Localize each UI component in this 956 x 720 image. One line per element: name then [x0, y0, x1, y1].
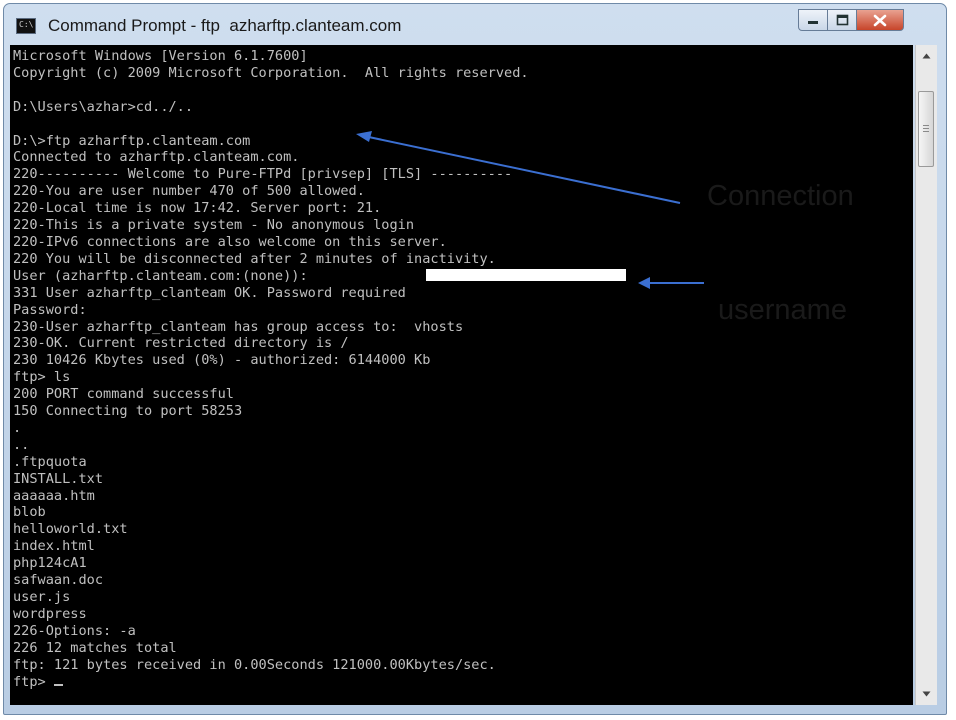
thumb-grip-line: [923, 128, 929, 129]
console-line: 226 12 matches total: [13, 639, 177, 656]
console-output[interactable]: Microsoft Windows [Version 6.1.7600] Cop…: [10, 45, 913, 705]
console-line: D:\Users\azhar>cd../..: [13, 98, 194, 115]
console-line: aaaaaa.htm: [13, 487, 95, 504]
scroll-down-button[interactable]: [917, 685, 936, 703]
scroll-up-button[interactable]: [917, 47, 936, 65]
console-line: .ftpquota: [13, 453, 87, 470]
console-line: ftp: 121 bytes received in 0.00Seconds 1…: [13, 656, 496, 673]
username-annotation: username: [718, 294, 847, 326]
command-prompt-icon[interactable]: C:\: [16, 18, 36, 34]
close-button[interactable]: [856, 9, 904, 31]
console-line: Connected to azharftp.clanteam.com.: [13, 149, 300, 166]
console-line: Copyright (c) 2009 Microsoft Corporation…: [13, 64, 529, 81]
console-line: 331 User azharftp_clanteam OK. Password …: [13, 284, 406, 301]
console-lines: Microsoft Windows [Version 6.1.7600] Cop…: [13, 48, 529, 673]
console-line: Password:: [13, 301, 87, 318]
maximize-icon: [836, 14, 848, 26]
console-prompt: ftp>: [13, 673, 54, 690]
console-line: 220-This is a private system - No anonym…: [13, 217, 415, 234]
text-cursor: [53, 683, 63, 686]
console-line: D:\>ftp azharftp.clanteam.com: [13, 132, 251, 149]
console-line: User (azharftp.clanteam.com:(none)):: [13, 267, 308, 284]
title-bar[interactable]: C:\ Command Prompt - ftp azharftp.clante…: [4, 4, 946, 46]
console-line: 200 PORT command successful: [13, 386, 234, 403]
thumb-grip-line: [923, 125, 929, 126]
console-line: php124cA1: [13, 555, 87, 572]
arrow-down-icon: [922, 691, 931, 697]
console-line: user.js: [13, 589, 71, 605]
redacted-username: [426, 269, 626, 281]
console-line: 220-You are user number 470 of 500 allow…: [13, 183, 365, 200]
arrow-up-icon: [922, 53, 931, 59]
console-line: wordpress: [13, 605, 87, 622]
console-line: INSTALL.txt: [13, 470, 104, 487]
window-title: Command Prompt - ftp azharftp.clanteam.c…: [48, 16, 402, 35]
console-line: helloworld.txt: [13, 521, 128, 538]
minimize-button[interactable]: [798, 9, 828, 31]
console-line: 150 Connecting to port 58253: [13, 403, 243, 420]
console-line: 220-Local time is now 17:42. Server port…: [13, 200, 382, 217]
console-line: 230-OK. Current restricted directory is …: [13, 335, 349, 352]
console-line: blob: [13, 504, 46, 521]
close-icon: [873, 14, 887, 26]
console-line: safwaan.doc: [13, 572, 104, 589]
maximize-button[interactable]: [827, 9, 857, 31]
app-icon-text: C:\: [19, 20, 34, 29]
console-line: index.html: [13, 538, 95, 555]
console-line: ftp> ls: [13, 369, 71, 386]
console-line: 220 You will be disconnected after 2 min…: [13, 250, 496, 267]
connection-annotation: Connection: [707, 180, 854, 212]
vertical-scrollbar[interactable]: [915, 45, 937, 705]
minimize-icon: [808, 21, 818, 24]
thumb-grip-line: [923, 131, 929, 132]
console-line: 226-Options: -a: [13, 622, 136, 639]
console-line: ..: [13, 436, 30, 453]
scroll-thumb[interactable]: [918, 91, 934, 167]
console-line: 220-IPv6 connections are also welcome on…: [13, 233, 447, 250]
console-line: Microsoft Windows [Version 6.1.7600]: [13, 48, 308, 64]
console-line: 230-User azharftp_clanteam has group acc…: [13, 318, 464, 335]
console-line: .: [13, 419, 22, 436]
console-line: 230 10426 Kbytes used (0%) - authorized:…: [13, 352, 431, 369]
console-line: 220---------- Welcome to Pure-FTPd [priv…: [13, 166, 513, 183]
